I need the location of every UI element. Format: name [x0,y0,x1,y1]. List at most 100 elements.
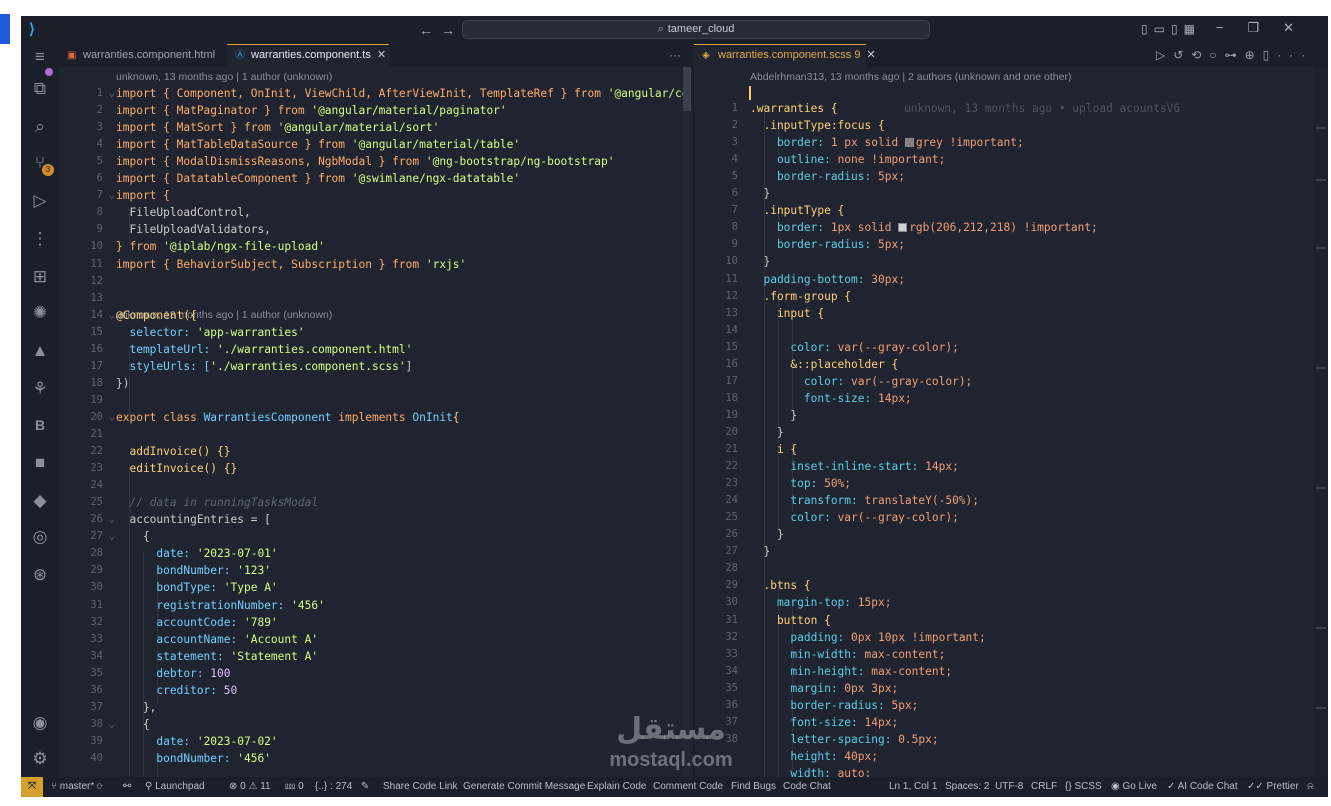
codelens-blame[interactable]: Abdelrhman313, 13 months ago | 2 authors… [750,71,1071,83]
generate-commit-message[interactable]: Generate Commit Message [463,777,585,797]
tree-icon[interactable]: ⚘ [29,378,51,400]
tab-warranties-scss[interactable]: ◈ warranties.component.scss 9 ✕ [694,44,876,67]
code-line[interactable]: statement: 'Statement A' [116,650,318,663]
code-line[interactable]: min-width: max-content; [750,648,945,661]
code-line[interactable]: styleUrls: ['./warranties.component.scss… [116,360,412,373]
code-line[interactable]: border: 1 px solid grey !important; [750,136,1024,149]
code-line[interactable]: outline: none !important; [750,153,945,166]
run-icon[interactable]: ▷ [1156,48,1173,62]
account-icon[interactable]: ◉ [29,712,51,734]
angular-icon[interactable]: ▲ [29,340,51,362]
more-actions-icon[interactable]: ··· [669,44,681,67]
code-line[interactable]: } [750,255,770,268]
customize-layout-icon[interactable]: ▦ [1184,22,1201,36]
code-line[interactable]: color: var(--gray-color); [750,511,958,524]
code-line[interactable]: import { MatTableDataSource } from '@ang… [116,138,520,151]
go-live[interactable]: ◉ Go Live [1111,777,1157,797]
command-center-search[interactable]: ⌕ tameer_cloud [462,20,930,39]
bracket-indicator[interactable]: {..} : 274 [315,777,352,797]
pen-icon[interactable]: ✎ [361,777,369,797]
code-line[interactable]: padding: 0px 10px !important; [750,631,985,644]
prettier[interactable]: ✓✓ Prettier [1247,777,1299,797]
code-line[interactable]: font-size: 14px; [750,392,912,405]
code-line[interactable]: border-radius: 5px; [750,699,918,712]
codelens-blame[interactable]: unknown, 13 months ago | 1 author (unkno… [116,71,332,83]
source-control-icon[interactable]: ⑂ 3 [29,152,54,176]
close-tab-icon[interactable]: ✕ [866,49,875,61]
code-line[interactable]: .warranties { [750,102,838,115]
minimize-button[interactable]: − [1216,20,1248,35]
fold-chevron-icon[interactable]: ⌄ [105,87,115,99]
fold-chevron-icon[interactable]: ⌄ [105,411,115,423]
code-line[interactable]: border-radius: 5px; [750,170,905,183]
timeline-icon[interactable]: ⋮ [29,228,51,250]
code-line[interactable]: import { ModalDismissReasons, NgbModal }… [116,155,614,168]
code-line[interactable]: import { MatPaginator } from '@angular/m… [116,104,507,117]
code-line[interactable]: inset-inline-start: 14px; [750,460,958,473]
code-line[interactable]: FileUploadControl, [116,206,250,219]
launchpad-item[interactable]: ⚲ Launchpad [145,777,205,797]
code-line[interactable]: selector: 'app-warranties' [116,326,304,339]
ai-assistant-icon[interactable]: ✺ [29,302,51,324]
fold-chevron-icon[interactable]: ⌄ [105,718,115,730]
restore-button[interactable]: ❐ [1247,20,1283,35]
code-line[interactable]: editInvoice() {} [116,462,237,475]
left-editor[interactable]: unknown, 13 months ago | 1 author (unkno… [59,67,693,777]
ports-indicator[interactable]: ⅏ 0 [285,777,304,797]
nav-arrows[interactable]: ←→ [419,22,463,38]
code-line[interactable]: { [116,530,150,543]
code-line[interactable]: FileUploadValidators, [116,223,270,236]
code-line[interactable]: import { BehaviorSubject, Subscription }… [116,258,466,271]
code-line[interactable]: creditor: 50 [116,684,237,697]
share-code-link[interactable]: Share Code Link [383,777,458,797]
code-line[interactable]: registrationNumber: '456' [116,599,324,612]
code-line[interactable]: letter-spacing: 0.5px; [750,733,938,746]
code-line[interactable]: bondNumber: '456' [116,752,271,765]
compare-icon[interactable]: ⟲ [1191,48,1209,62]
close-button[interactable]: ✕ [1283,20,1318,35]
code-line[interactable]: } [750,409,797,422]
code-line[interactable]: }, [116,701,156,714]
code-line[interactable]: color: var(--gray-color); [750,341,958,354]
code-line[interactable]: date: '2023-07-01' [116,547,277,560]
code-line[interactable]: } from '@iplab/ngx-file-upload' [116,240,325,253]
code-line[interactable]: input { [750,307,824,320]
window-controls[interactable]: −❐✕ [1216,20,1318,36]
gitlens-status-icon[interactable]: ⚯ [123,777,131,797]
tab-warranties-ts[interactable]: Ⓐwarranties.component.ts ✕ [227,44,389,67]
code-line[interactable]: accountCode: '789' [116,616,277,629]
code-line[interactable]: min-height: max-content; [750,665,952,678]
remote-icon[interactable]: ⊛ [29,564,51,586]
color-swatch[interactable] [904,138,914,148]
extensions-icon[interactable]: ⊞ [29,266,51,288]
prev-change-icon[interactable]: ○ [1209,48,1224,62]
split-editor-icon[interactable]: ▯ [1263,48,1278,62]
end-of-line[interactable]: CRLF [1031,777,1057,797]
notifications-bell-icon[interactable]: ⍾ [1307,777,1314,797]
toggle-panel-icon[interactable]: ▭ [1154,22,1171,36]
settings-gear-icon[interactable]: ⚙ [29,748,51,770]
next-change-icon[interactable]: ⊶ [1225,48,1245,62]
code-line[interactable]: font-size: 14px; [750,716,898,729]
right-editor[interactable]: Abdelrhman313, 13 months ago | 2 authors… [694,67,1328,777]
code-line[interactable]: .btns { [750,579,810,592]
code-line[interactable]: bondNumber: '123' [116,564,271,577]
code-line[interactable]: height: 40px; [750,750,878,763]
fold-chevron-icon[interactable]: ⌄ [105,309,115,321]
branch-indicator[interactable]: ⑂ master* ⟳ [51,777,103,797]
fold-chevron-icon[interactable]: ⌄ [105,530,115,542]
language-mode[interactable]: {} SCSS [1065,777,1102,797]
code-line[interactable]: import { MatSort } from '@angular/materi… [116,121,439,134]
fold-chevron-icon[interactable]: ⌄ [105,189,115,201]
code-line[interactable]: width: auto; [750,767,871,777]
menu-icon[interactable]: ≡ [29,46,51,68]
code-line[interactable]: .inputType:focus { [750,119,884,132]
editor-actions[interactable]: ▷↺⟲○⊶⊕▯··· [1156,44,1313,67]
code-line[interactable]: } [750,545,770,558]
comment-code[interactable]: Comment Code [653,777,723,797]
color-swatch[interactable] [898,223,908,233]
code-line[interactable]: border-radius: 5px; [750,238,905,251]
code-line[interactable]: { [116,718,150,731]
code-line[interactable]: addInvoice() {} [116,445,230,458]
more-actions-icon[interactable]: ··· [1277,48,1313,62]
